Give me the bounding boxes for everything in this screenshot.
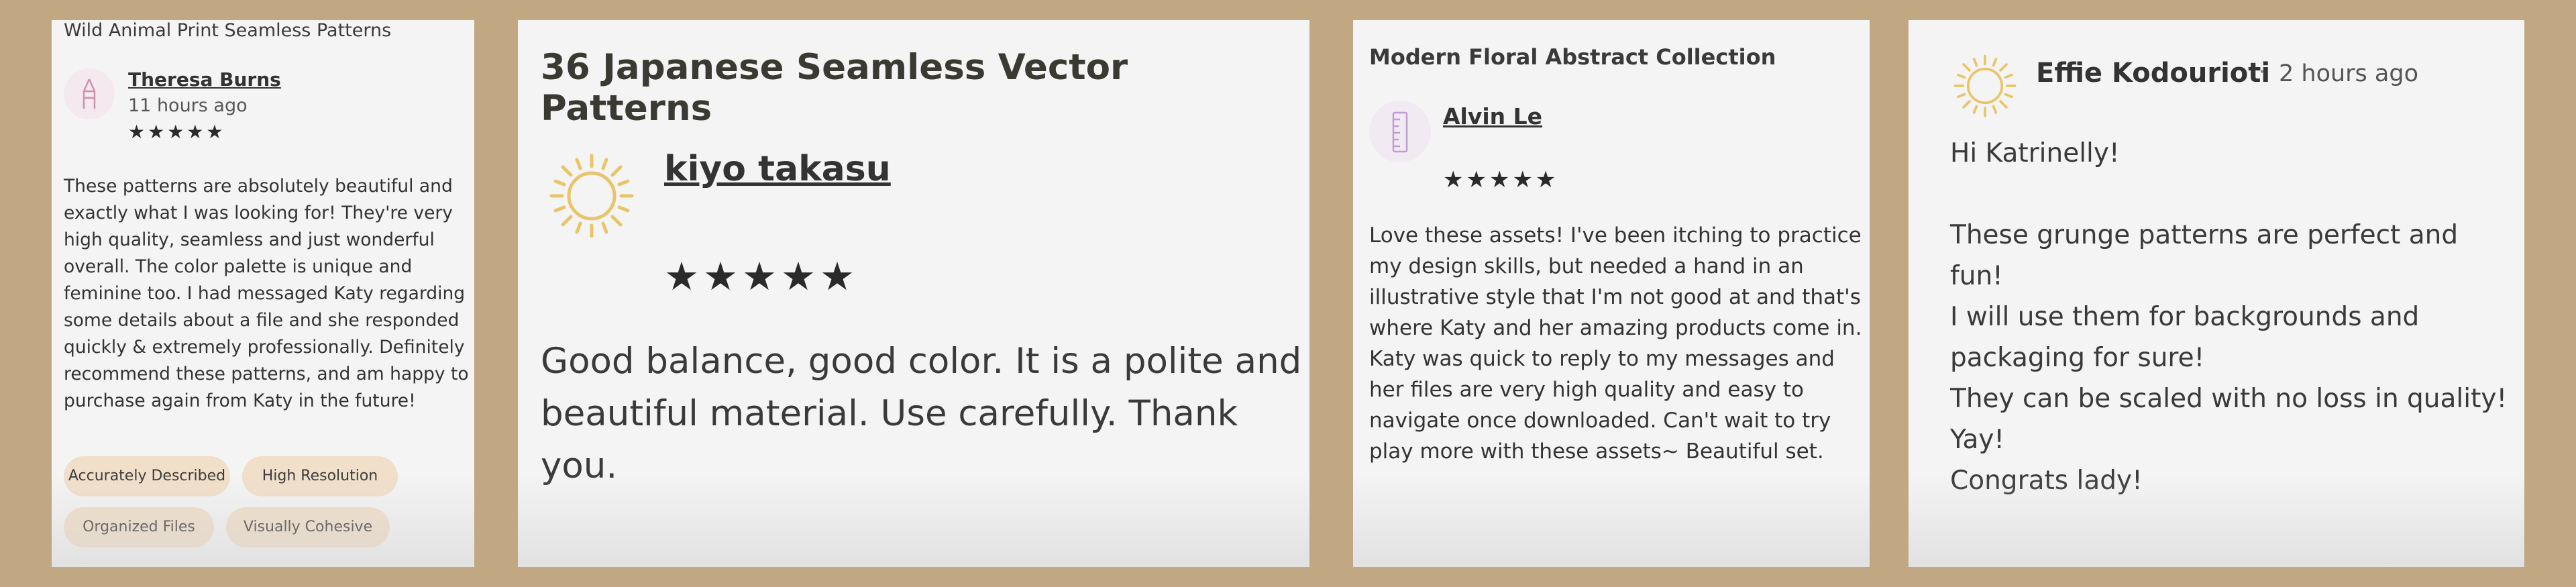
review-time: 11 hours ago <box>128 95 248 116</box>
star-rating: ★★★★★ <box>128 121 226 143</box>
tag-accurately-described[interactable]: Accurately Described <box>64 456 230 496</box>
avatar[interactable] <box>64 68 115 119</box>
avatar[interactable] <box>545 149 639 243</box>
product-title: 36 Japanese Seamless Vector Patterns <box>541 47 1128 129</box>
tag-visually-cohesive[interactable]: Visually Cohesive <box>226 507 390 547</box>
ruler-icon <box>1392 111 1408 153</box>
star-rating: ★★★★★ <box>1443 166 1559 193</box>
reviewer-name[interactable]: Theresa Burns <box>128 68 281 91</box>
product-title: Wild Animal Print Seamless Patterns <box>64 20 392 41</box>
review-card-modern-floral: Modern Floral Abstract Collection Alvin … <box>1353 20 1870 567</box>
star-rating: ★★★★★ <box>664 254 859 299</box>
avatar[interactable] <box>1950 51 2020 121</box>
review-time: 2 hours ago <box>2279 60 2419 87</box>
product-title: Modern Floral Abstract Collection <box>1369 44 1776 70</box>
pencil-icon <box>83 78 96 109</box>
separator-dot: · <box>2259 60 2265 84</box>
review-card-wild-animal: Wild Animal Print Seamless Patterns Ther… <box>52 20 474 567</box>
review-card-grunge-patterns: Effie Kodourioti · 2 hours ago Hi Katrin… <box>1909 20 2524 567</box>
reviewer-name[interactable]: kiyo takasu <box>664 149 891 189</box>
review-text: Hi Katrinelly! These grunge patterns are… <box>1950 138 2508 496</box>
tag-high-resolution[interactable]: High Resolution <box>242 456 398 496</box>
reviewer-name[interactable]: Alvin Le <box>1443 103 1542 129</box>
sun-icon <box>549 154 634 238</box>
sun-icon <box>1953 54 2017 117</box>
review-card-japanese-patterns: 36 Japanese Seamless Vector Patterns kiy… <box>518 20 1309 567</box>
review-text: These patterns are absolutely beautiful … <box>64 176 469 411</box>
avatar[interactable] <box>1369 101 1431 162</box>
review-text: Good balance, good color. It is a polite… <box>541 341 1302 486</box>
review-text: Love these assets! I've been itching to … <box>1369 223 1862 464</box>
reviewer-name[interactable]: Effie Kodourioti <box>2036 58 2270 89</box>
tag-organized-files[interactable]: Organized Files <box>64 507 214 547</box>
